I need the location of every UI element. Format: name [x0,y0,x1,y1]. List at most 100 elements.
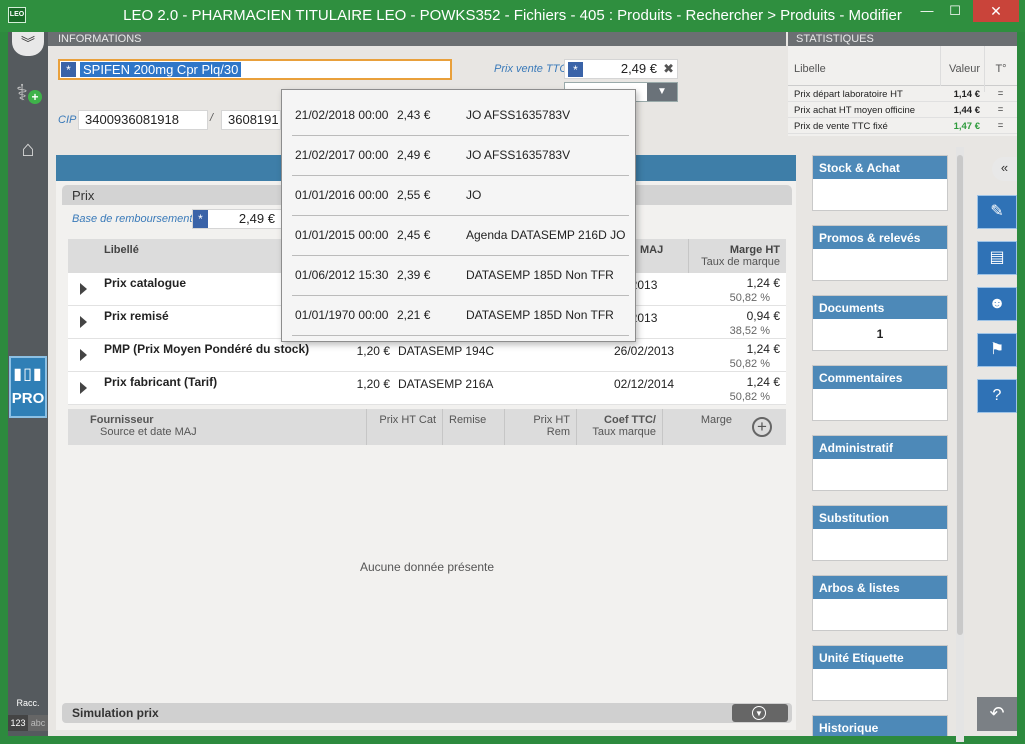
scrollbar-thumb[interactable] [957,155,963,635]
simulation-toggle-button[interactable]: ▼ [732,704,788,722]
section-body [813,529,947,537]
section-commentaires[interactable]: Commentaires [812,365,948,421]
history-price: 2,21 € [397,308,431,322]
stats-row: Prix de vente TTC fixé 1,47 € = [788,118,1017,134]
stats-row-trend: = [997,104,1004,115]
section-title: Unité Etiquette [813,646,947,669]
section-substitution[interactable]: Substitution [812,505,948,561]
row-marge: 1,24 € [746,375,780,389]
history-date: 01/06/2012 15:30 [295,268,389,282]
row-label: Prix catalogue [104,276,187,290]
keyboard-mode-toggle[interactable]: 123 abc [8,715,48,731]
history-source: JO AFSS1635783V [466,108,571,122]
prix-vente-label: Prix vente TTC [494,63,568,75]
activity-action-button[interactable]: ⚑ [977,333,1017,367]
fournisseur-table-header: Fournisseur Source et date MAJ Prix HT C… [68,409,786,445]
row-source: DATASEMP 216A [398,377,494,391]
close-button[interactable]: ✕ [973,0,1019,22]
maximize-button[interactable]: ☐ [941,0,969,22]
expand-arrow-icon[interactable] [80,382,87,394]
keyboard-alpha-button[interactable]: abc [28,715,48,731]
edit-button[interactable]: ✎ [977,195,1017,229]
history-price: 2,49 € [397,148,431,162]
product-name-input[interactable]: * SPIFEN 200mg Cpr Plq/30 [58,59,452,80]
home-icon: ⌂ [21,136,35,161]
section-historique[interactable]: Historique [812,715,948,736]
stats-row-value: 1,44 € [953,105,980,116]
add-pharmacy-button[interactable]: ⚕ + [16,80,42,108]
stats-row-label: Prix achat HT moyen officine [794,105,916,116]
table-row[interactable]: PMP (Prix Moyen Pondéré du stock) 1,20 €… [68,339,786,372]
cip2-input[interactable]: 3608191 [221,110,281,130]
section-administratif[interactable]: Administratif [812,435,948,491]
history-source: DATASEMP 185D Non TFR [466,268,614,282]
col-marge: Marge HT Taux de marque [688,239,786,273]
row-date: 26/02/2013 [614,344,675,358]
informations-header: INFORMATIONS [48,32,786,46]
expand-arrow-icon[interactable] [80,283,87,295]
section-arbos-listes[interactable]: Arbos & listes [812,575,948,631]
home-button[interactable]: ⌂ [16,136,40,161]
row-taux: 50,82 % [729,292,770,304]
row-marge: 1,24 € [746,342,780,356]
contact-action-button[interactable]: ☻ [977,287,1017,321]
row-marge: 1,24 € [746,276,780,290]
chevron-down-icon: ▼ [647,83,677,101]
expand-panel-button[interactable]: « [992,157,1017,181]
collapse-menu-button[interactable]: ︾ [12,32,44,56]
col-taux-marque: Taux de marque [701,256,780,268]
table-row[interactable]: Prix fabricant (Tarif) 1,20 € DATASEMP 2… [68,372,786,405]
section-title: Administratif [813,436,947,459]
shortcuts-label: Racc. [16,698,40,708]
history-price: 2,39 € [397,268,431,282]
help-action-button[interactable]: ? [977,379,1017,413]
list-item[interactable]: 21/02/2017 00:00 2,49 € JO AFSS1635783V [282,130,637,176]
history-source: DATASEMP 185D Non TFR [466,308,614,322]
cip-input[interactable]: 3400936081918 [78,110,208,130]
plus-circle-icon: + [757,417,767,436]
pro-label: PRO [11,390,45,407]
row-price: 1,20 € [356,377,390,391]
undo-button[interactable]: ↶ [977,697,1017,731]
section-documents[interactable]: Documents 1 [812,295,948,351]
separator [292,335,629,336]
pro-module-button[interactable]: ▮▯▮ PRO [9,356,47,418]
history-date: 01/01/2016 00:00 [295,188,389,202]
section-body: 1 [876,327,884,341]
row-source: DATASEMP 194C [398,344,495,358]
col-remise: Remise [442,409,504,445]
clear-icon[interactable]: ✖ [663,60,674,78]
product-name-value: SPIFEN 200mg Cpr Plq/30 [80,62,242,77]
documents-icon: ▤ [989,249,1005,266]
section-title: Documents [813,296,947,319]
keyboard-numeric-button[interactable]: 123 [8,715,28,731]
statistiques-header: STATISTIQUES [788,32,1017,46]
simulation-prix-bar[interactable]: Simulation prix ▼ [62,703,792,723]
minimize-button[interactable]: — [913,0,941,22]
empty-state-message: Aucune donnée présente [359,560,495,574]
section-title: Historique [813,716,947,736]
prix-vente-input[interactable]: * 2,49 € ✖ [564,59,678,79]
right-sections-column: Stock & Achat Promos & relevés Documents… [812,155,948,736]
expand-arrow-icon[interactable] [80,316,87,328]
add-fournisseur-button[interactable]: + [752,417,772,437]
list-item[interactable]: 21/02/2018 00:00 2,43 € JO AFSS1635783V [282,90,637,136]
list-item[interactable]: 01/01/2015 00:00 2,45 € Agenda DATASEMP … [282,210,637,256]
list-item[interactable]: 01/06/2012 15:30 2,39 € DATASEMP 185D No… [282,250,637,296]
section-promos[interactable]: Promos & relevés [812,225,948,281]
sections-scrollbar[interactable] [956,147,964,742]
section-stock-achat[interactable]: Stock & Achat [812,155,948,211]
list-item[interactable]: 01/01/1970 00:00 2,21 € DATASEMP 185D No… [282,290,637,336]
section-body [813,669,947,677]
price-history-popup: 21/02/2018 00:00 2,43 € JO AFSS1635783V … [281,89,636,342]
history-price: 2,43 € [397,108,431,122]
expand-arrow-icon[interactable] [80,349,87,361]
history-date: 01/01/2015 00:00 [295,228,389,242]
section-title: Arbos & listes [813,576,947,599]
stats-row-label: Prix départ laboratoire HT [794,89,903,100]
section-body [813,599,947,607]
list-item[interactable]: 01/01/2016 00:00 2,55 € JO [282,170,637,216]
base-remboursement-input[interactable]: * 2,49 € [192,209,282,229]
documents-action-button[interactable]: ▤ [977,241,1017,275]
section-unite-etiquette[interactable]: Unité Etiquette [812,645,948,701]
